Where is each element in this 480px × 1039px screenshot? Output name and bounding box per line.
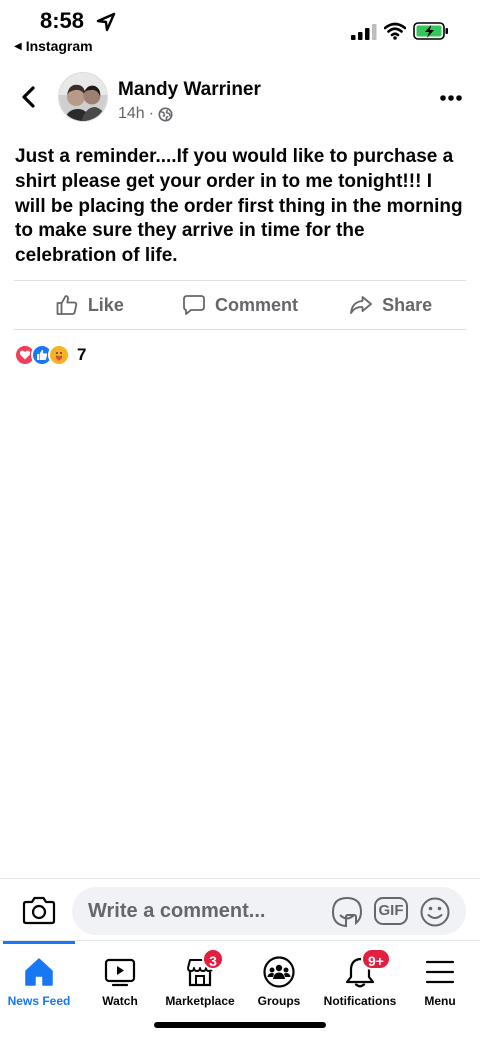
like-label: Like [87, 294, 124, 315]
tab-watch[interactable]: Watch [80, 941, 160, 1011]
watch-icon [104, 958, 136, 987]
tab-label: Notifications [323, 994, 397, 1008]
groups-icon [263, 956, 295, 988]
tab-label: Menu [424, 994, 456, 1008]
battery-charging-icon [413, 22, 448, 40]
marketplace-badge: 3 [202, 948, 224, 970]
comment-composer: Write a comment... GIF [0, 878, 480, 940]
tab-label: Marketplace [165, 994, 235, 1008]
author-name[interactable]: Mandy Warriner [118, 79, 261, 101]
avatar-photo [59, 73, 107, 121]
back-app-label: Instagram [25, 38, 93, 54]
tab-menu[interactable]: Menu [402, 941, 478, 1011]
tab-label: Groups [257, 994, 301, 1008]
status-time: 8:58 [40, 8, 85, 33]
comment-input[interactable]: Write a comment... GIF [72, 887, 466, 935]
camera-icon[interactable] [22, 895, 56, 925]
author-avatar[interactable] [58, 72, 108, 122]
post-time[interactable]: 14h [118, 105, 145, 123]
post-meta: 14h · [118, 105, 173, 123]
share-arrow-icon [350, 296, 373, 314]
sticker-icon[interactable] [330, 895, 364, 929]
menu-icon [425, 960, 455, 984]
post-text: Just a reminder....If you would like to … [15, 146, 463, 267]
globe-icon [158, 106, 173, 122]
back-to-app-link[interactable]: ◀ Instagram [14, 38, 93, 54]
location-arrow-icon [96, 12, 116, 32]
tab-label: Watch [102, 994, 138, 1008]
back-triangle-icon: ◀ [14, 40, 22, 52]
reactions-summary[interactable]: 7 [14, 344, 86, 366]
cellular-signal-icon [351, 24, 377, 40]
active-tab-indicator [3, 941, 75, 944]
post-action-bar: Like Comment Share [14, 280, 466, 330]
more-options-icon[interactable] [434, 88, 468, 108]
comment-button[interactable]: Comment [165, 281, 316, 329]
tab-news-feed[interactable]: News Feed [0, 941, 78, 1011]
share-button[interactable]: Share [315, 281, 466, 329]
post-header: Mandy Warriner 14h · [0, 70, 480, 130]
tab-marketplace[interactable]: 3 Marketplace [160, 941, 240, 1011]
home-icon [25, 958, 53, 986]
gif-button[interactable]: GIF [374, 897, 408, 925]
tab-label: News Feed [7, 994, 71, 1008]
back-chevron-icon[interactable] [16, 84, 42, 110]
tab-groups[interactable]: Groups [240, 941, 318, 1011]
emoji-icon[interactable] [418, 895, 452, 929]
like-button[interactable]: Like [14, 281, 165, 329]
tab-notifications[interactable]: 9+ Notifications [318, 941, 402, 1011]
home-indicator[interactable] [154, 1022, 326, 1028]
share-label: Share [382, 294, 433, 315]
wifi-icon [384, 22, 406, 40]
comment-label: Comment [215, 294, 299, 315]
care-reaction-icon [48, 344, 70, 366]
comment-bubble-icon [183, 295, 205, 315]
comment-placeholder: Write a comment... [88, 900, 266, 922]
thumbs-up-icon [56, 295, 77, 315]
reaction-count: 7 [77, 345, 87, 364]
notifications-badge: 9+ [361, 948, 391, 970]
meta-separator: · [148, 105, 155, 122]
status-bar: 8:58 ◀ Instagram [0, 0, 480, 62]
